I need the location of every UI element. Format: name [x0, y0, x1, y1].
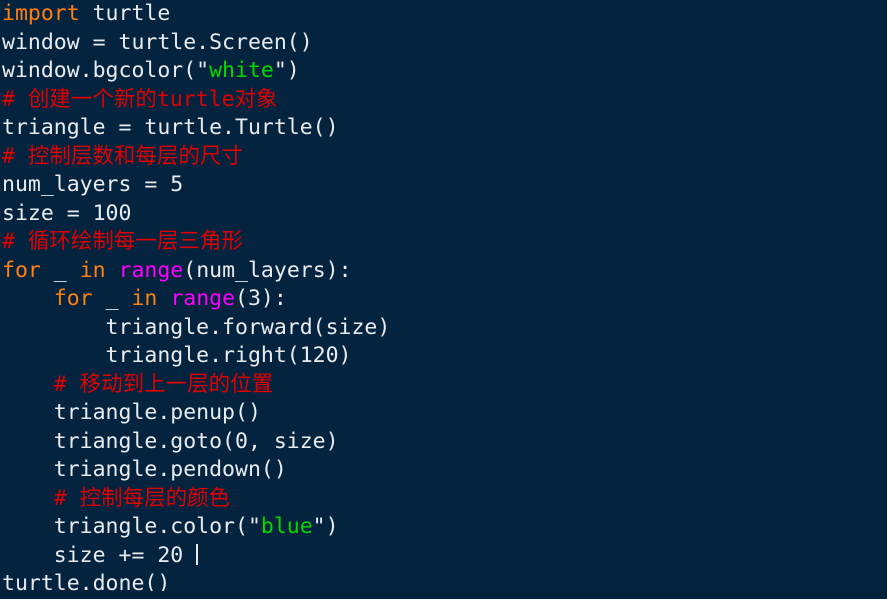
code-line[interactable]: # 创建一个新的turtle对象 [2, 86, 887, 115]
code-line[interactable]: triangle.color("blue") [2, 513, 887, 542]
editor-bottom-strip [0, 591, 887, 597]
code-line[interactable]: num_layers = 5 [2, 171, 887, 200]
code-line[interactable]: for _ in range(num_layers): [2, 257, 887, 286]
code-token: triangle = turtle.Turtle() [2, 115, 339, 140]
code-token: ") [312, 514, 339, 539]
code-editor[interactable]: import turtle window = turtle.Screen() win… [0, 0, 887, 597]
code-line[interactable]: triangle = turtle.Turtle() [2, 114, 887, 143]
code-line[interactable]: window.bgcolor("white") [2, 57, 887, 86]
code-token: (3): [235, 286, 287, 311]
code-token: _ [40, 257, 80, 283]
code-token: in [79, 257, 106, 283]
code-token: num_layers = 5 [2, 172, 184, 197]
code-token: triangle.right(120) [2, 343, 352, 368]
code-token: ") [273, 58, 300, 83]
code-token: (num_layers): [183, 257, 352, 283]
code-token: import [2, 1, 80, 26]
code-text-area[interactable]: import turtle window = turtle.Screen() win… [2, 0, 887, 599]
code-token: # 循环绘制每一层三角形 [2, 229, 243, 254]
code-token: _ [92, 286, 132, 311]
code-line[interactable]: import turtle [2, 0, 887, 29]
code-line[interactable]: size = 100 [2, 200, 887, 229]
code-line[interactable]: # 移动到上一层的位置 [2, 371, 887, 400]
code-line[interactable]: triangle.penup() [2, 399, 887, 428]
code-token: triangle.goto(0, size) [2, 428, 339, 454]
code-token: triangle.color(" [2, 514, 261, 539]
code-token: for [2, 257, 41, 283]
code-line[interactable]: for _ in range(3): [2, 285, 887, 314]
code-line[interactable]: triangle.pendown() [2, 456, 887, 485]
code-token: window.bgcolor(" [2, 58, 210, 83]
code-token: white [209, 58, 274, 83]
code-line[interactable]: triangle.forward(size) [2, 314, 887, 343]
code-token: triangle.forward(size) [2, 314, 391, 340]
code-token: size += 20 [2, 542, 197, 568]
code-line[interactable]: # 循环绘制每一层三角形 [2, 228, 887, 257]
code-token: triangle.penup() [2, 400, 261, 425]
code-token: for [53, 286, 93, 311]
code-token: range [118, 257, 184, 283]
code-token: range [170, 286, 236, 311]
code-token: window = turtle.Screen() [2, 29, 313, 55]
code-token: # 控制每层的颜色 [53, 485, 231, 511]
code-token: # 移动到上一层的位置 [53, 371, 274, 397]
code-line[interactable]: # 控制层数和每层的尺寸 [2, 143, 887, 172]
code-token: blue [260, 514, 313, 539]
code-line[interactable]: triangle.goto(0, size) [2, 428, 887, 457]
code-token: in [131, 286, 158, 311]
code-line[interactable]: size += 20 [2, 542, 887, 571]
code-token: triangle.pendown() [2, 457, 287, 482]
code-token: size = 100 [2, 200, 132, 226]
text-cursor [196, 543, 199, 565]
code-line[interactable]: window = turtle.Screen() [2, 29, 887, 58]
code-line[interactable]: # 控制每层的颜色 [2, 485, 887, 514]
code-token: # 创建一个新的turtle对象 [2, 86, 278, 112]
code-line[interactable]: triangle.right(120) [2, 342, 887, 371]
code-token: # 控制层数和每层的尺寸 [2, 143, 243, 169]
code-token: turtle [79, 1, 171, 26]
